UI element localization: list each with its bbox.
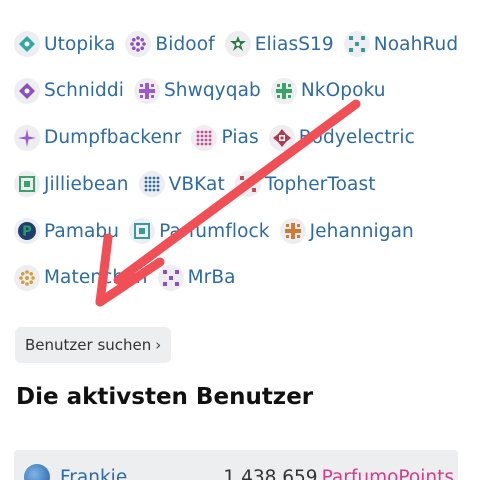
user-item[interactable]: P Pamabu xyxy=(14,218,119,245)
red-flower-icon[interactable] xyxy=(268,124,295,151)
user-name-link[interactable]: Jehannigan xyxy=(310,221,414,242)
user-item[interactable]: Jehannigan xyxy=(279,218,414,245)
user-name-link[interactable]: MrBa xyxy=(188,267,236,288)
purple-ring-icon[interactable] xyxy=(125,31,152,57)
user-row: P Pamabu Parfumflock Jehannigan xyxy=(14,215,474,247)
section-title: Die aktivsten Benutzer xyxy=(16,384,314,410)
user-name-link[interactable]: NkOpoku xyxy=(301,80,386,101)
blue-dots-icon[interactable] xyxy=(138,171,165,198)
user-list: Utopika Bidoof EliasS19 NoahRud Schniddi Shwq… xyxy=(14,28,474,309)
user-name-link[interactable]: VBKat xyxy=(169,174,225,195)
green-square-icon[interactable] xyxy=(14,171,40,198)
user-item[interactable]: Jilliebean xyxy=(14,171,129,198)
user-name-link[interactable]: Pias xyxy=(221,127,258,148)
svg-text:P: P xyxy=(22,225,32,240)
user-name-link[interactable]: Shwqyqab xyxy=(164,80,261,101)
user-row: Dumpfbackenr Pias Bodyelectric xyxy=(14,122,474,154)
avatar[interactable] xyxy=(24,464,50,480)
user-item[interactable]: Schniddi xyxy=(14,77,124,104)
ranking-list: Frankie 1.438.659 ParfumoPoints xyxy=(14,450,458,480)
user-row: Schniddi Shwqyqab NkOpoku xyxy=(14,75,474,107)
purple-grid-icon[interactable] xyxy=(157,264,184,291)
user-name-link[interactable]: EliasS19 xyxy=(255,34,334,55)
user-item[interactable]: Matenchen xyxy=(14,264,148,291)
user-item[interactable]: Parfumflock xyxy=(129,218,269,245)
search-users-label: Benutzer suchen xyxy=(25,336,152,354)
user-name-link[interactable]: NoahRud xyxy=(374,34,458,55)
teal-diamond-icon[interactable] xyxy=(14,31,40,57)
user-item[interactable]: NkOpoku xyxy=(270,77,386,104)
user-item[interactable]: Shwqyqab xyxy=(133,77,261,104)
chevron-right-icon: › xyxy=(155,336,162,354)
user-name-link[interactable]: Dumpfbackenr xyxy=(44,127,181,148)
user-row: Utopika Bidoof EliasS19 NoahRud xyxy=(14,28,474,60)
ranking-points-unit[interactable]: ParfumoPoints xyxy=(322,467,454,480)
green-p-icon[interactable]: P xyxy=(14,218,40,245)
user-name-link[interactable]: Matenchen xyxy=(44,267,148,288)
purple-diamond-icon[interactable] xyxy=(14,77,40,104)
user-item[interactable]: Dumpfbackenr xyxy=(14,124,181,151)
user-item[interactable]: Bodyelectric xyxy=(268,124,415,151)
search-users-button[interactable]: Benutzer suchen › xyxy=(15,327,172,363)
teal-grid-icon[interactable] xyxy=(343,31,370,57)
user-name-link[interactable]: Pamabu xyxy=(44,221,119,242)
user-item[interactable]: NoahRud xyxy=(343,31,458,57)
user-item[interactable]: VBKat xyxy=(138,171,225,198)
user-name-link[interactable]: Utopika xyxy=(44,34,115,55)
teal-square-icon[interactable] xyxy=(129,218,156,245)
ranking-points: 1.438.659 xyxy=(223,466,318,480)
user-name-link[interactable]: Bidoof xyxy=(155,34,214,55)
user-item[interactable]: Bidoof xyxy=(125,31,215,57)
green-star-icon[interactable] xyxy=(224,31,251,57)
user-name-link[interactable]: Bodyelectric xyxy=(299,127,415,148)
user-name-link[interactable]: Jilliebean xyxy=(44,174,129,195)
ranking-row: Frankie 1.438.659 ParfumoPoints xyxy=(24,464,454,480)
user-name-link[interactable]: TopherToast xyxy=(265,174,376,195)
green-cross-icon[interactable] xyxy=(270,77,297,104)
purple-cross-icon[interactable] xyxy=(133,77,160,104)
user-item[interactable]: MrBa xyxy=(157,264,236,291)
user-item[interactable]: Utopika xyxy=(14,31,115,57)
user-name-link[interactable]: Parfumflock xyxy=(159,221,269,242)
pink-dots-icon[interactable] xyxy=(191,124,218,151)
user-item[interactable]: Pias xyxy=(191,124,259,151)
user-row: Matenchen MrBa xyxy=(14,262,474,294)
user-item[interactable]: TopherToast xyxy=(234,171,376,198)
user-name-link[interactable]: Schniddi xyxy=(44,80,124,101)
ranking-user-name[interactable]: Frankie xyxy=(60,467,127,480)
user-item[interactable]: EliasS19 xyxy=(224,31,334,57)
orange-ring-icon[interactable] xyxy=(14,264,40,291)
user-row: Jilliebean VBKat TopherToast xyxy=(14,168,474,200)
orange-cross-icon[interactable] xyxy=(279,218,306,245)
purple-spark-icon[interactable] xyxy=(14,124,40,151)
red-grid-icon[interactable] xyxy=(234,171,261,198)
